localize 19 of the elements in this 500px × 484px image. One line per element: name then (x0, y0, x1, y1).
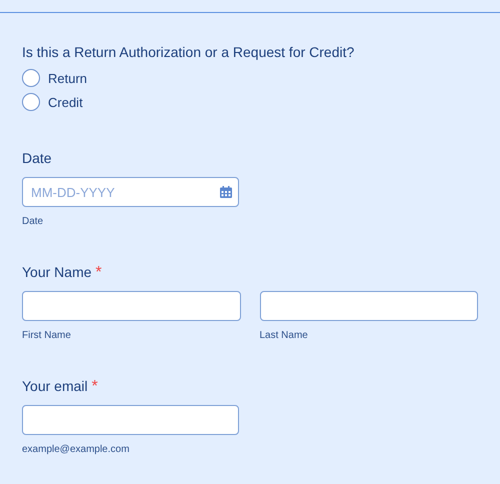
sublabel: Date (22, 215, 44, 229)
sublabel: example@example.com (22, 443, 130, 457)
email-field[interactable] (22, 405, 239, 435)
date-field[interactable]: MM-DD-YYYY (22, 177, 239, 207)
field-label: Date (22, 150, 52, 166)
calendar-icon[interactable] (220, 186, 232, 198)
text-field[interactable] (22, 291, 240, 321)
sublabel: First Name (22, 329, 72, 343)
sublabel: Last Name (260, 329, 309, 343)
option-label[interactable]: Return (48, 70, 88, 86)
required-mark: * (92, 378, 98, 395)
radio-button[interactable] (22, 93, 40, 111)
option-label[interactable]: Credit (48, 94, 83, 110)
field-label: Your Name (22, 264, 92, 280)
radio-button[interactable] (22, 69, 40, 87)
field-label: Your email (22, 378, 88, 394)
required-mark: * (96, 264, 102, 281)
question-label: Is this a Return Authorization or a Request for Credit? (22, 43, 356, 61)
text-field[interactable] (260, 291, 478, 321)
